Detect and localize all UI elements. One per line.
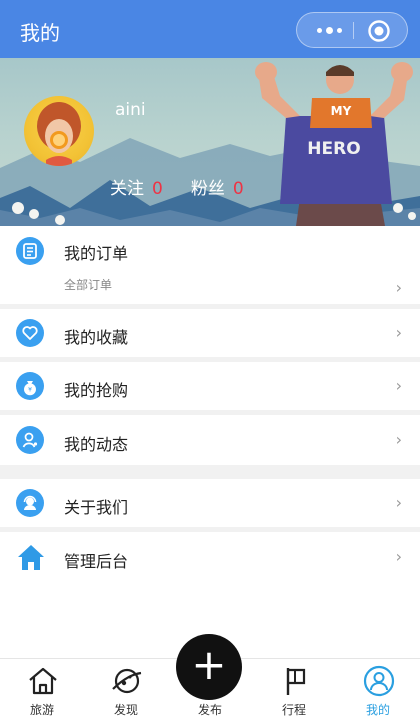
tab-itinerary[interactable]: 行程 — [252, 659, 336, 718]
banner-shirt-text: HERO — [307, 139, 360, 159]
planet-icon — [112, 668, 142, 694]
order-list-icon — [16, 237, 44, 265]
menu-item-activity[interactable]: 我的动态 › — [0, 415, 420, 465]
title-bar: 我的 — [0, 0, 420, 58]
username: aini — [115, 100, 146, 120]
profile-banner: MY HERO aini 关注 0 粉丝 0 — [0, 58, 420, 226]
menu-item-label: 关于我们 — [64, 498, 129, 517]
menu-item-favorites[interactable]: 我的收藏 › — [0, 309, 420, 357]
avatar[interactable] — [24, 96, 94, 166]
following-count: 0 — [152, 179, 163, 199]
followers-label: 粉丝 — [190, 179, 225, 199]
divider — [0, 465, 420, 479]
following-link[interactable]: 关注 0 — [110, 179, 163, 199]
tab-travel[interactable]: 旅游 — [0, 659, 84, 718]
flag-icon — [286, 668, 306, 695]
more-button[interactable] — [311, 13, 351, 47]
miniprogram-capsule — [296, 12, 408, 48]
menu-item-label: 我的订单 — [64, 244, 129, 263]
heart-icon — [16, 319, 44, 347]
chevron-right-icon: › — [395, 493, 402, 512]
user-circle-icon — [363, 665, 395, 697]
menu-item-label: 我的收藏 — [64, 328, 129, 347]
more-dot-icon — [337, 28, 342, 33]
chevron-right-icon: › — [395, 547, 402, 566]
menu-item-admin[interactable]: 管理后台 › — [0, 532, 420, 582]
follow-stats: 关注 0 粉丝 0 — [110, 174, 244, 199]
tab-label: 发现 — [113, 703, 138, 717]
target-circle-icon — [368, 20, 390, 42]
tab-label: 发布 — [197, 703, 222, 717]
chevron-right-icon: › — [395, 430, 402, 449]
home-icon — [16, 542, 46, 572]
chevron-right-icon: › — [395, 323, 402, 342]
close-miniprogram-button[interactable] — [367, 19, 391, 43]
banner-cap-text: MY — [331, 104, 352, 118]
person-icon — [16, 426, 44, 454]
menu-item-label: 管理后台 — [64, 552, 129, 571]
tab-label: 行程 — [281, 703, 306, 717]
capsule-divider — [353, 22, 354, 39]
followers-count: 0 — [232, 179, 244, 199]
menu-item-label: 我的抢购 — [64, 381, 129, 400]
page-title: 我的 — [20, 21, 60, 45]
money-bag-icon: ¥ — [16, 372, 44, 400]
avatar-image — [37, 102, 81, 166]
menu-item-about[interactable]: 关于我们 › — [0, 479, 420, 527]
publish-button[interactable]: + — [176, 634, 242, 700]
following-label: 关注 — [110, 179, 144, 199]
more-dot-icon — [317, 28, 322, 33]
tab-label: 我的 — [365, 703, 390, 717]
menu-item-flash-sales[interactable]: ¥ 我的抢购 › — [0, 362, 420, 410]
tab-label: 旅游 — [29, 703, 54, 717]
all-orders-link[interactable]: 全部订单 — [64, 276, 112, 293]
tab-discover[interactable]: 发现 — [84, 659, 168, 718]
plus-icon: + — [191, 640, 227, 689]
menu-item-label: 我的动态 — [64, 435, 129, 454]
menu-item-orders[interactable]: 我的订单 全部订单 › — [0, 226, 420, 304]
tab-mine[interactable]: 我的 — [336, 659, 420, 718]
support-agent-icon — [16, 489, 44, 517]
chevron-right-icon: › — [395, 376, 402, 395]
more-dot-icon — [326, 27, 333, 34]
home-icon — [29, 667, 57, 695]
svg-text:¥: ¥ — [28, 387, 32, 394]
followers-link[interactable]: 粉丝 0 — [191, 179, 244, 199]
chevron-right-icon: › — [395, 278, 402, 297]
